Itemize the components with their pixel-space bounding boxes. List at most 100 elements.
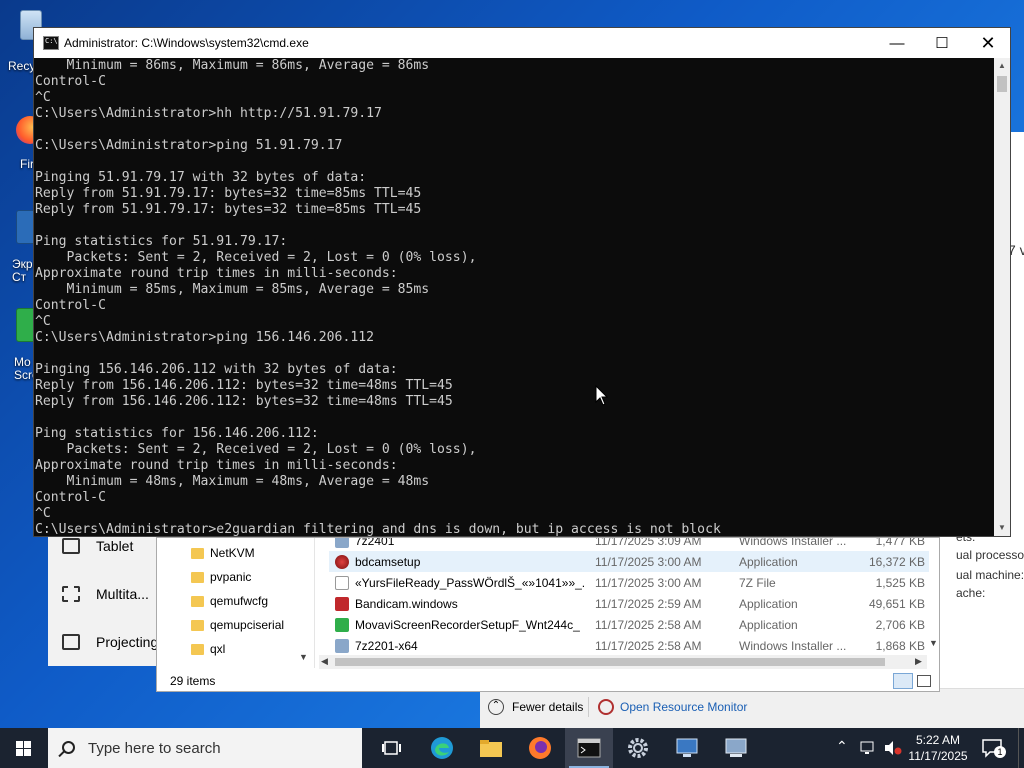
chevron-down-icon[interactable]: ▼ xyxy=(299,652,308,662)
folder-icon xyxy=(480,740,502,757)
tree-item-pvpanic[interactable]: pvpanic xyxy=(191,567,251,587)
file-size: 1,525 KB xyxy=(875,575,925,590)
console-line: Control-C xyxy=(35,490,106,505)
cmd-title-bar[interactable]: Administrator: C:\Windows\system32\cmd.e… xyxy=(34,28,1010,58)
tree-item-qxl[interactable]: qxl xyxy=(191,639,225,659)
tree-item-label: qxl xyxy=(210,642,226,656)
archive-file-icon xyxy=(335,575,349,590)
scroll-up-arrow-icon[interactable]: ▲ xyxy=(994,58,1010,74)
console-line: Minimum = 85ms, Maximum = 85ms, Average … xyxy=(35,282,430,297)
file-row[interactable]: MovaviScreenRecorderSetupF_Wnt244c_ 11/1… xyxy=(329,614,929,635)
remote-app-taskbar-button[interactable] xyxy=(712,728,760,768)
screen-app-desktop-icon[interactable]: Экр Ст xyxy=(0,206,44,284)
projecting-icon xyxy=(62,634,80,650)
windows-logo-icon xyxy=(16,741,32,756)
settings-item-multitasking[interactable]: Multita... xyxy=(62,582,149,606)
fewer-details-label: Fewer details xyxy=(512,700,584,714)
settings-item-tablet[interactable]: Tablet xyxy=(62,534,133,558)
large-icons-view-icon[interactable] xyxy=(917,675,931,687)
console-line: Approximate round trip times in milli-se… xyxy=(35,458,398,473)
task-view-button[interactable] xyxy=(368,728,416,768)
chevron-left-icon[interactable]: ◀ xyxy=(321,656,328,667)
minimize-button[interactable]: — xyxy=(874,28,920,58)
settings-item-projecting-label: Projecting xyxy=(96,634,159,650)
network-app-icon xyxy=(676,738,698,757)
file-date: 11/17/2025 3:00 AM xyxy=(595,575,702,590)
details-view-icon[interactable] xyxy=(893,673,913,689)
list-vertical-scrollbar[interactable]: ▼ xyxy=(929,540,939,652)
movavi-desktop-icon[interactable]: Mo Scre xyxy=(0,304,44,382)
file-type: Application xyxy=(739,596,798,611)
firefox-taskbar-button[interactable] xyxy=(516,728,564,768)
recycle-bin-icon[interactable]: Recy xyxy=(0,6,42,73)
folder-icon xyxy=(191,571,204,583)
start-button[interactable] xyxy=(0,728,48,768)
console-line: Pinging 156.146.206.112 with 32 bytes of… xyxy=(35,362,398,377)
file-row[interactable]: Bandicam.windows 11/17/2025 2:59 AM Appl… xyxy=(329,593,929,614)
scrollbar-thumb[interactable] xyxy=(997,76,1007,92)
console-line: ^C xyxy=(35,90,51,105)
settings-taskbar-button[interactable] xyxy=(614,728,662,768)
file-row[interactable]: bdcamsetup 11/17/2025 3:00 AM Applicatio… xyxy=(329,551,929,572)
tm-label-cache: ache: xyxy=(956,586,986,600)
file-row[interactable]: 7z2401 11/17/2025 3:09 AM Windows Instal… xyxy=(329,538,929,551)
edge-taskbar-button[interactable] xyxy=(418,728,466,768)
recycle-bin-label: Recy xyxy=(8,59,36,73)
resource-monitor-icon xyxy=(598,699,614,715)
scrollbar-thumb[interactable] xyxy=(335,658,885,666)
console-line: Reply from 156.146.206.112: bytes=32 tim… xyxy=(35,378,453,393)
file-explorer-taskbar-button[interactable] xyxy=(467,728,515,768)
folder-icon xyxy=(191,643,204,655)
firefox-desktop-icon[interactable]: Fir xyxy=(0,112,44,172)
cmd-window[interactable]: Administrator: C:\Windows\system32\cmd.e… xyxy=(33,27,1011,537)
cmd-icon xyxy=(43,36,59,50)
console-line: Packets: Sent = 2, Received = 2, Lost = … xyxy=(35,442,477,457)
chevron-right-icon[interactable]: ▶ xyxy=(915,656,922,667)
task-view-icon xyxy=(382,741,401,755)
close-button[interactable]: ✕ xyxy=(965,28,1011,58)
maximize-button[interactable]: ☐ xyxy=(919,28,965,58)
console-line: Pinging 51.91.79.17 with 32 bytes of dat… xyxy=(35,170,367,185)
file-name: 7z2401 xyxy=(355,538,395,548)
fewer-details-button[interactable]: ⌃ Fewer details xyxy=(488,699,583,715)
taskbar-clock[interactable]: 5:22 AM 11/17/2025 xyxy=(900,732,976,764)
tree-item-qemufwcfg[interactable]: qemufwcfg xyxy=(191,591,268,611)
file-type: 7Z File xyxy=(739,575,776,590)
console-scrollbar[interactable]: ▲ ▼ xyxy=(994,58,1010,536)
console-line: Control-C xyxy=(35,74,106,89)
file-name: 7z2201-x64 xyxy=(355,638,418,653)
taskbar-search-box[interactable]: Type here to search xyxy=(48,728,362,768)
screen-app-desktop-label: Экр Ст xyxy=(12,257,33,284)
console-line: C:\Users\Administrator>ping 156.146.206.… xyxy=(35,330,374,345)
settings-item-projecting[interactable]: Projecting xyxy=(62,630,158,654)
file-row[interactable]: «YursFileReady_PassWÖrdlŠ_«»1041»»_... 1… xyxy=(329,572,929,593)
scroll-down-arrow-icon[interactable]: ▼ xyxy=(994,520,1010,536)
show-hidden-icons-button[interactable]: ⌃ xyxy=(836,738,848,768)
file-date: 11/17/2025 2:58 AM xyxy=(595,617,702,632)
file-row[interactable]: 7z2201-x64 11/17/2025 2:58 AM Windows In… xyxy=(329,635,929,653)
network-tray-icon[interactable] xyxy=(860,740,878,768)
console-line: Ping statistics for 156.146.206.112: xyxy=(35,426,319,441)
open-resource-monitor-link[interactable]: Open Resource Monitor xyxy=(598,699,747,715)
network-app-taskbar-button[interactable] xyxy=(663,728,711,768)
installer-icon xyxy=(335,638,349,653)
console-output[interactable]: Minimum = 86ms, Maximum = 86ms, Average … xyxy=(34,58,994,536)
chevron-down-icon[interactable]: ▼ xyxy=(929,638,938,648)
tree-item-qemupciserial[interactable]: qemupciserial xyxy=(191,615,284,635)
file-date: 11/17/2025 2:59 AM xyxy=(595,596,702,611)
show-desktop-button[interactable] xyxy=(1018,728,1024,768)
horizontal-scrollbar[interactable]: ◀ ▶ xyxy=(319,655,927,669)
notification-center-button[interactable]: 1 xyxy=(982,738,1006,758)
firefox-desktop-label: Fir xyxy=(20,157,34,171)
file-type: Windows Installer ... xyxy=(739,538,847,548)
tree-item-netkvm[interactable]: NetKVM xyxy=(191,543,255,563)
file-name: MovaviScreenRecorderSetupF_Wnt244c_ xyxy=(355,617,580,632)
file-type: Windows Installer ... xyxy=(739,638,847,653)
mouse-cursor-icon xyxy=(595,385,609,406)
search-icon xyxy=(62,741,75,754)
file-size: 49,651 KB xyxy=(868,596,925,611)
cmd-taskbar-button[interactable] xyxy=(565,728,613,768)
